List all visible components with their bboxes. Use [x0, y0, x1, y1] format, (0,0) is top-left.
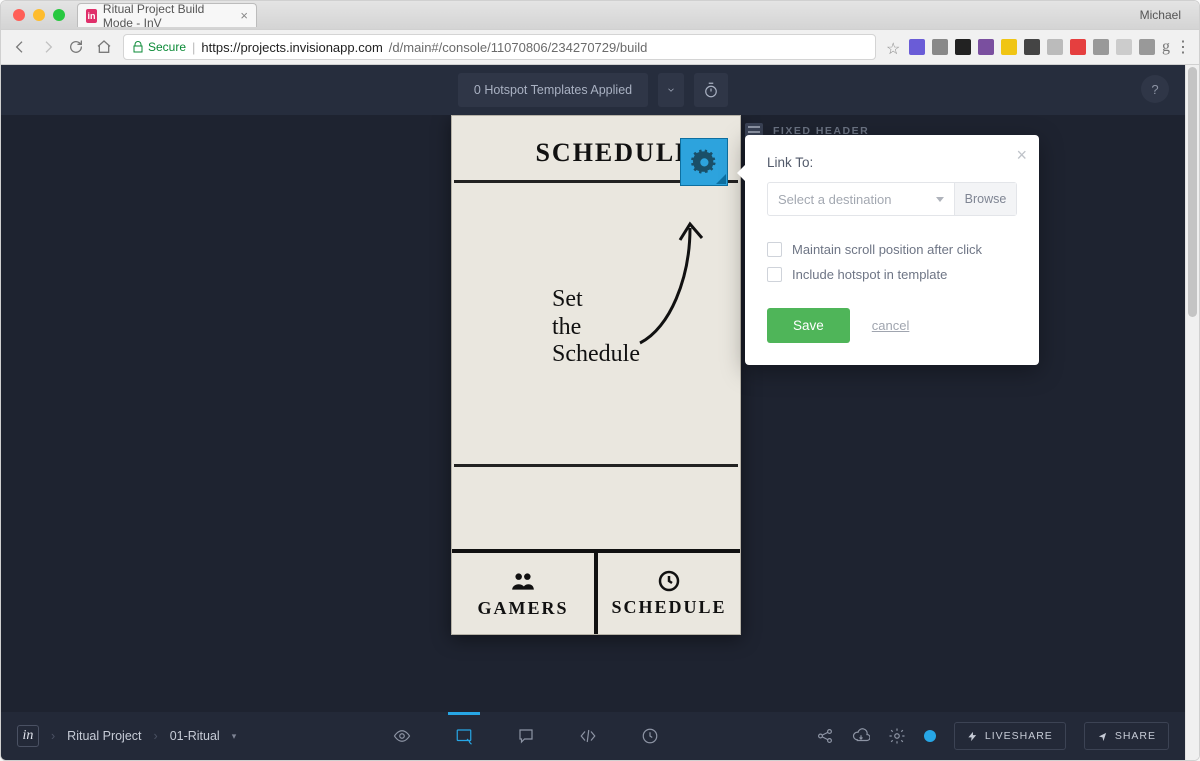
extension-icon[interactable]: [1139, 39, 1155, 55]
extension-icon[interactable]: [1070, 39, 1086, 55]
url-path: /d/main#/console/11070806/234270729/buil…: [389, 40, 648, 55]
help-button[interactable]: ?: [1141, 75, 1169, 103]
secure-label: Secure: [148, 40, 186, 54]
gear-icon: [689, 147, 719, 177]
cancel-button[interactable]: cancel: [872, 318, 910, 333]
extension-icon[interactable]: [955, 39, 971, 55]
checkbox-icon[interactable]: [767, 267, 782, 282]
hotspot-resize-handle-icon[interactable]: [716, 174, 726, 184]
browser-scrollbar[interactable]: [1185, 65, 1199, 760]
extension-icons: ☆ g ⋮: [886, 38, 1189, 56]
sketch-arrow-icon: [630, 218, 710, 348]
save-button[interactable]: Save: [767, 308, 850, 343]
invision-app: 0 Hotspot Templates Applied ? SCHEDULE: [1, 65, 1185, 760]
build-canvas[interactable]: SCHEDULE Set the Schedule: [1, 115, 1185, 712]
chrome-menu-icon[interactable]: ⋮: [1177, 39, 1189, 55]
history-mode-button[interactable]: [637, 719, 663, 753]
extension-icon[interactable]: [909, 39, 925, 55]
liveshare-button[interactable]: LIVESHARE: [954, 722, 1066, 750]
cloud-download-icon[interactable]: [852, 727, 870, 745]
maintain-scroll-checkbox[interactable]: Maintain scroll position after click: [767, 242, 1017, 257]
inspect-mode-button[interactable]: [575, 719, 601, 753]
secure-indicator: Secure: [132, 40, 186, 54]
share-button[interactable]: SHARE: [1084, 722, 1169, 750]
window-controls[interactable]: [13, 9, 65, 21]
include-template-checkbox[interactable]: Include hotspot in template: [767, 267, 1017, 282]
reload-button[interactable]: [67, 38, 85, 56]
extension-icon[interactable]: [978, 39, 994, 55]
people-icon: [510, 568, 536, 594]
tab-title: Ritual Project Build Mode - InV: [103, 2, 230, 30]
status-dot-icon[interactable]: [924, 730, 936, 742]
app-toolbar: 0 Hotspot Templates Applied ?: [1, 65, 1185, 115]
breadcrumb-screen[interactable]: 01-Ritual: [170, 729, 220, 743]
hotspot-templates-dropdown[interactable]: [658, 73, 684, 107]
invision-logo-icon[interactable]: in: [17, 725, 39, 747]
zoom-window-icon[interactable]: [53, 9, 65, 21]
address-bar: Secure | https://projects.invisionapp.co…: [1, 29, 1199, 65]
link-to-label: Link To:: [767, 155, 1017, 170]
browser-tabbar: in Ritual Project Build Mode - InV × Mic…: [1, 1, 1199, 29]
extension-icon[interactable]: [1093, 39, 1109, 55]
breadcrumb-sep-icon: ›: [154, 729, 158, 743]
bookmark-star-icon[interactable]: ☆: [886, 39, 902, 55]
minimize-window-icon[interactable]: [33, 9, 45, 21]
url-input[interactable]: Secure | https://projects.invisionapp.co…: [123, 34, 876, 60]
checkbox-icon[interactable]: [767, 242, 782, 257]
mode-tools: [248, 719, 804, 753]
extension-icon[interactable]: [932, 39, 948, 55]
extension-icon[interactable]: [1116, 39, 1132, 55]
breadcrumb-sep-icon: ›: [51, 729, 55, 743]
screen-mockup[interactable]: SCHEDULE Set the Schedule: [451, 115, 741, 635]
browser-tab[interactable]: in Ritual Project Build Mode - InV ×: [77, 3, 257, 27]
footer-tab-gamers[interactable]: GAMERS: [452, 549, 598, 634]
preview-mode-button[interactable]: [389, 719, 415, 753]
extension-icon[interactable]: [1024, 39, 1040, 55]
close-popover-button[interactable]: ×: [1016, 145, 1027, 166]
scrollbar-thumb[interactable]: [1188, 67, 1197, 317]
settings-gear-icon[interactable]: [888, 727, 906, 745]
footer-tab-schedule[interactable]: SCHEDULE: [598, 549, 740, 634]
hotspot-settings-popover: × Link To: Select a destination Browse M…: [745, 135, 1039, 365]
forward-button[interactable]: [39, 38, 57, 56]
favicon-invision-icon: in: [86, 9, 97, 23]
clock-icon: [657, 569, 681, 593]
back-button[interactable]: [11, 38, 29, 56]
breadcrumb-project[interactable]: Ritual Project: [67, 729, 141, 743]
home-button[interactable]: [95, 38, 113, 56]
close-window-icon[interactable]: [13, 9, 25, 21]
browse-button[interactable]: Browse: [954, 183, 1016, 215]
hotspot-gear[interactable]: [680, 138, 728, 186]
timer-button[interactable]: [694, 73, 728, 107]
divider-line: [454, 464, 738, 467]
mockup-body-text: Set the Schedule: [552, 286, 640, 369]
chrome-profile[interactable]: Michael: [1140, 8, 1181, 22]
chevron-down-icon[interactable]: ▾: [232, 731, 237, 742]
extension-icon[interactable]: g: [1162, 38, 1170, 56]
destination-select[interactable]: Select a destination: [768, 183, 954, 215]
hotspot-templates-button[interactable]: 0 Hotspot Templates Applied: [458, 73, 648, 107]
extension-icon[interactable]: [1047, 39, 1063, 55]
extension-icon[interactable]: [1001, 39, 1017, 55]
build-mode-button[interactable]: [451, 719, 477, 753]
share-nodes-icon[interactable]: [816, 727, 834, 745]
app-bottom-bar: in › Ritual Project › 01-Ritual ▾: [1, 712, 1185, 760]
comment-mode-button[interactable]: [513, 719, 539, 753]
close-tab-icon[interactable]: ×: [240, 8, 248, 23]
url-host: https://projects.invisionapp.com: [201, 40, 382, 55]
mockup-footer: GAMERS SCHEDULE: [452, 549, 740, 634]
